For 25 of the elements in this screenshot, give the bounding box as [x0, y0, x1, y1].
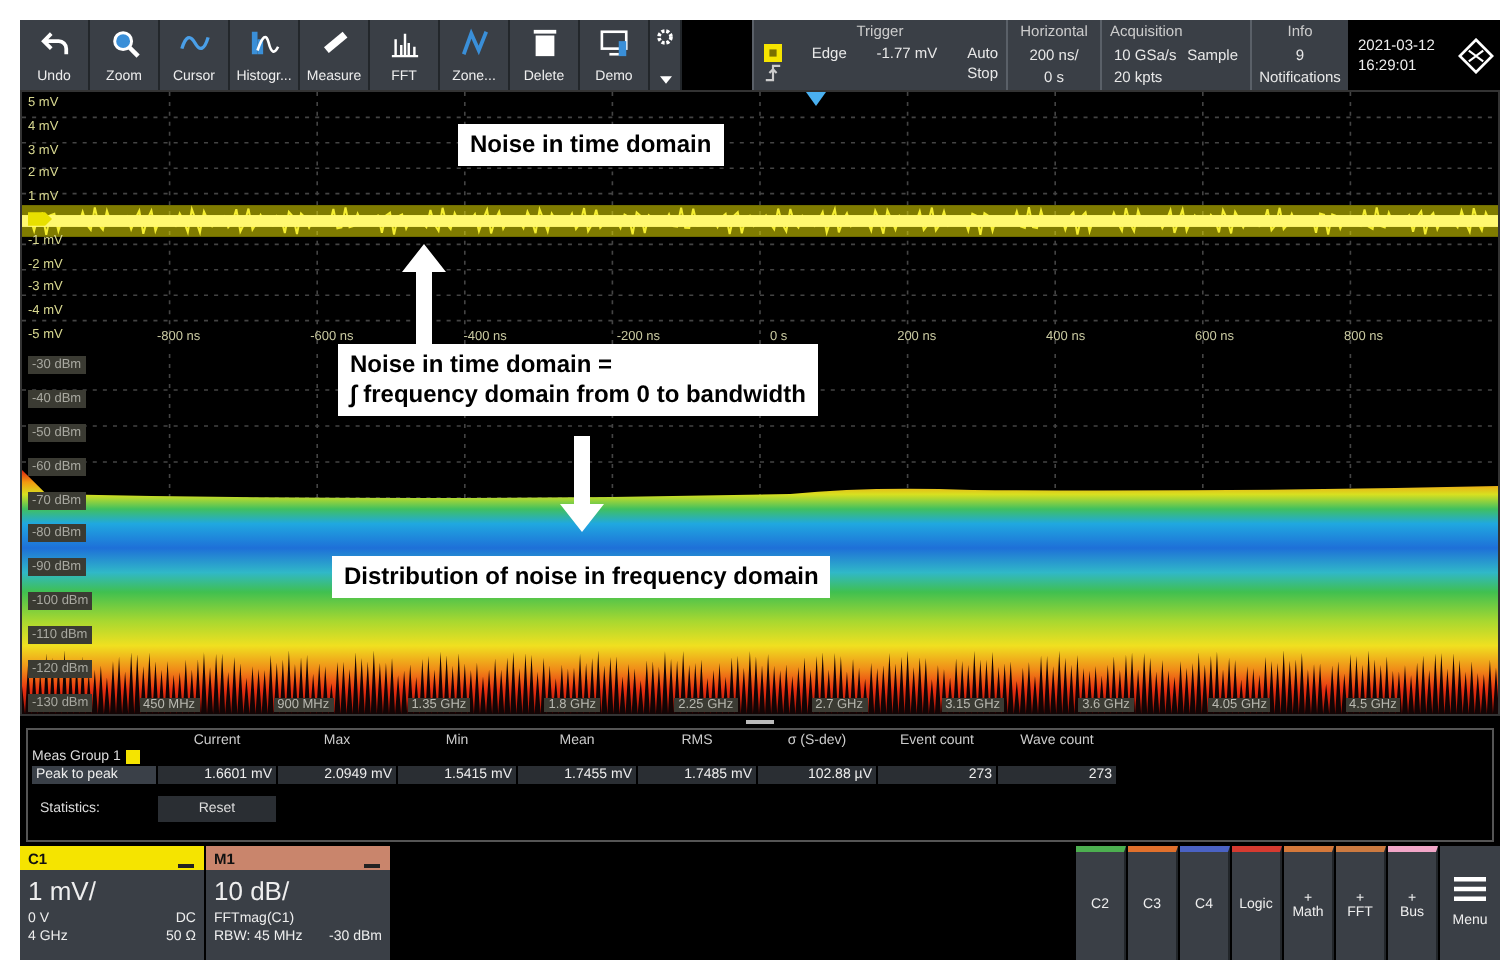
down-arrow [560, 436, 604, 532]
rising-edge-icon [764, 64, 782, 82]
spectrum-bars-icon [389, 28, 419, 58]
vertical-scale: 10 dB/ [214, 875, 292, 906]
vertical-scale: 1 mV/ [28, 875, 98, 906]
delete-icon [529, 28, 559, 58]
monitor-icon [599, 28, 629, 58]
resize-handle[interactable] [746, 719, 774, 724]
menu-icon [1454, 876, 1486, 903]
settings-icon [656, 28, 674, 46]
histogram-icon [249, 28, 279, 58]
channel-badge-icon [126, 749, 141, 764]
minimize-icon[interactable] [362, 863, 382, 868]
settings-button[interactable] [650, 20, 682, 90]
up-arrow [402, 244, 446, 344]
caret-icon [659, 76, 671, 84]
undo-icon [39, 28, 69, 58]
annotation-label: Distribution of noise in frequency domain [332, 556, 831, 598]
zoom-icon [109, 28, 139, 58]
minimize-icon[interactable] [176, 863, 196, 868]
trigger-source-icon [764, 44, 782, 62]
annotation-label: Noise in time domain [458, 124, 724, 166]
zone-icon [459, 28, 489, 58]
diamond-logo-icon [1458, 37, 1494, 73]
annotation-label: Noise in time domain = ∫ frequency domain from 0 to bandwidth [338, 344, 818, 416]
